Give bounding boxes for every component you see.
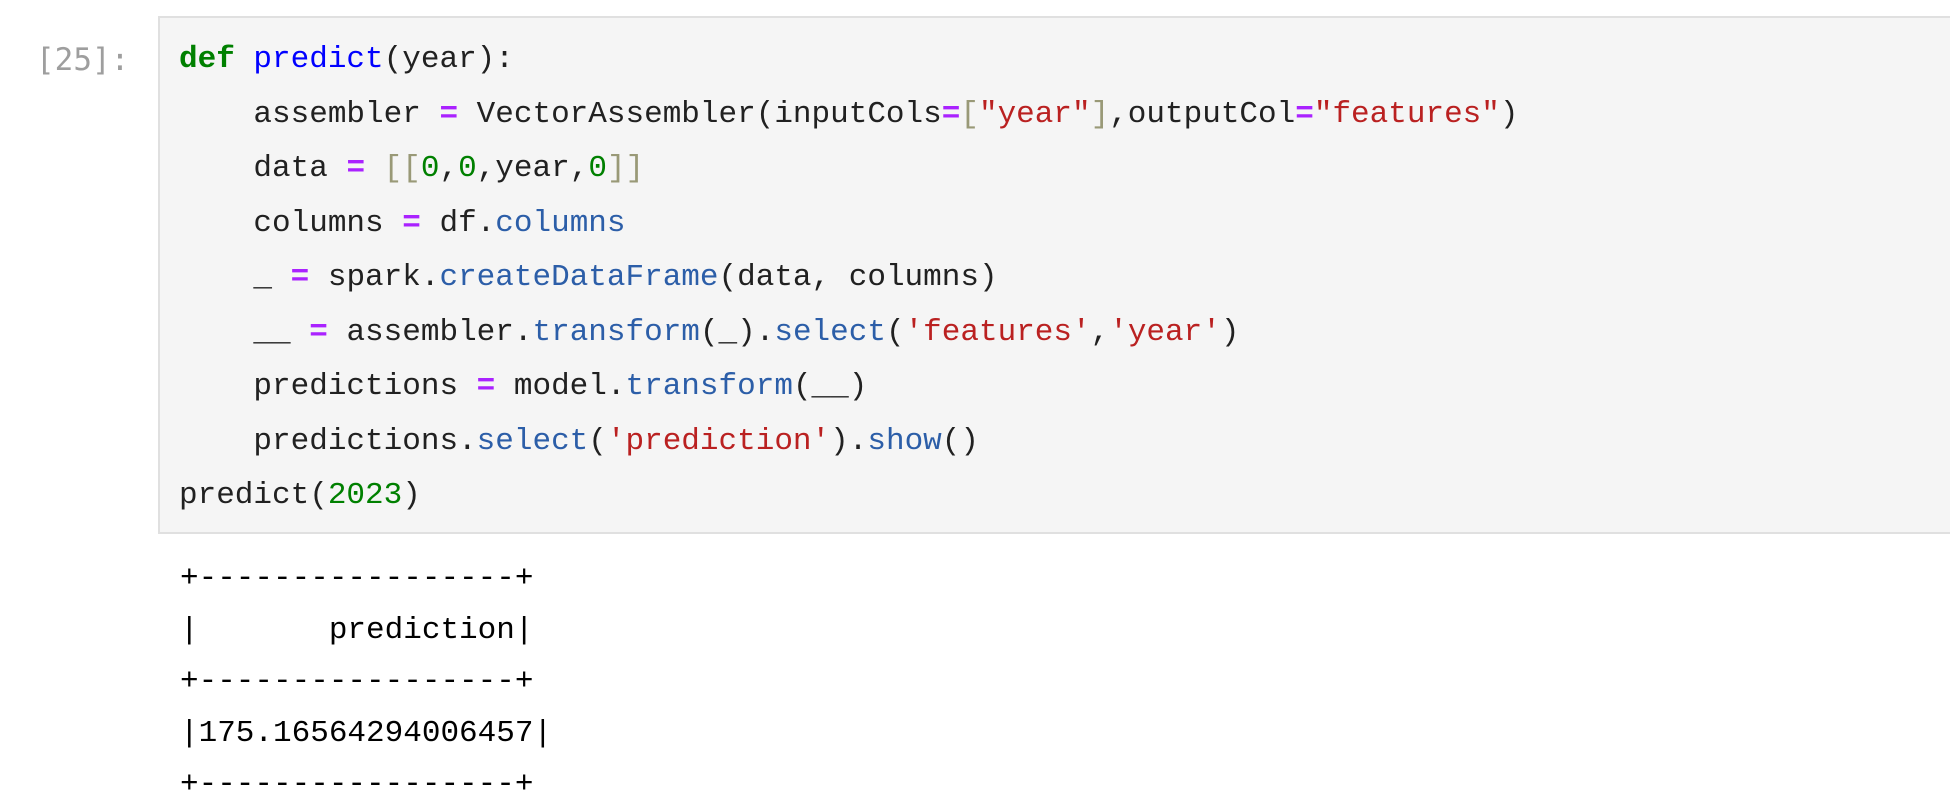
function-name-token: predict <box>253 42 384 77</box>
code-token: (year): <box>383 42 514 77</box>
string-token: 'features' <box>904 314 1091 350</box>
code-token: df. <box>420 205 496 241</box>
code-token: assembler <box>179 96 440 132</box>
operator-token: = <box>309 314 328 350</box>
code-line: predict(2023) <box>179 469 1518 524</box>
code-line: def predict(year): <box>179 33 1518 88</box>
output-line: | prediction| <box>180 612 534 648</box>
code-token: ). <box>830 423 868 459</box>
attribute-token: columns <box>495 205 626 241</box>
code-token: spark. <box>309 260 440 295</box>
code-token: (_). <box>699 314 775 350</box>
code-token: (__) <box>792 369 868 404</box>
operator-token: = <box>402 205 421 241</box>
string-token: 'prediction' <box>606 423 831 459</box>
operator-token: = <box>476 369 496 404</box>
code-token: ,outputCol <box>1109 96 1296 132</box>
code-token: ,year, <box>476 151 589 186</box>
code-token: () <box>941 423 979 459</box>
string-token: 'year' <box>1109 314 1221 350</box>
operator-token: = <box>941 96 961 132</box>
bracket-token: ] <box>1090 96 1110 132</box>
output-line: +-----------------+ <box>180 664 534 699</box>
attribute-token: transform <box>532 314 700 350</box>
keyword-token: def <box>179 42 235 77</box>
operator-token: = <box>290 260 310 295</box>
bracket-token: ]] <box>606 151 645 186</box>
bracket-token: [ <box>960 96 979 132</box>
code-token: data <box>179 151 347 186</box>
code-token: columns <box>179 205 403 241</box>
code-line: __ = assembler.transform(_).select('feat… <box>179 306 1518 361</box>
attribute-token: select <box>476 423 589 459</box>
number-token: 0 <box>420 151 440 186</box>
code-token: predictions. <box>179 423 477 459</box>
code-token: ( <box>885 314 905 350</box>
code-token: ( <box>588 423 607 459</box>
code-editor-text[interactable]: def predict(year): assembler = VectorAss… <box>179 33 1518 524</box>
string-token: "year" <box>978 96 1091 132</box>
code-token: , <box>1090 314 1110 350</box>
operator-token: = <box>439 96 459 132</box>
output-line: +-----------------+ <box>180 767 534 802</box>
code-token: VectorAssembler(inputCols <box>458 96 942 132</box>
code-line: _ = spark.createDataFrame(data, columns) <box>179 251 1518 306</box>
code-token: predict( <box>179 478 328 513</box>
operator-token: = <box>346 151 366 186</box>
code-token: _ <box>179 260 291 295</box>
code-line: predictions.select('prediction').show() <box>179 415 1518 470</box>
code-token: ) <box>1220 314 1240 350</box>
number-token: 0 <box>458 151 477 186</box>
output-line: +-----------------+ <box>180 561 534 596</box>
code-token: predictions <box>179 369 477 404</box>
code-token: , <box>439 151 459 186</box>
code-line: predictions = model.transform(__) <box>179 360 1518 415</box>
code-token: model. <box>495 369 626 404</box>
attribute-token: select <box>774 314 886 350</box>
code-token: __ <box>179 314 310 350</box>
execution-count-prompt: [25]: <box>36 42 130 78</box>
notebook-code-cell: [25]: def predict(year): assembler = Vec… <box>0 0 1950 802</box>
code-token: ) <box>1499 96 1519 132</box>
string-token: "features" <box>1313 96 1500 132</box>
code-line: columns = df.columns <box>179 197 1518 252</box>
code-token: ) <box>402 478 421 513</box>
bracket-token: [[ <box>383 151 421 186</box>
attribute-token: createDataFrame <box>439 260 719 295</box>
number-token: 0 <box>588 151 607 186</box>
code-token: (data, columns) <box>718 260 998 295</box>
code-token: assembler. <box>327 314 533 350</box>
number-token: 2023 <box>327 478 403 513</box>
code-line: data = [[0,0,year,0]] <box>179 142 1518 197</box>
operator-token: = <box>1295 96 1314 132</box>
attribute-token: show <box>867 423 942 459</box>
attribute-token: transform <box>625 369 793 404</box>
code-line: assembler = VectorAssembler(inputCols=["… <box>179 88 1518 143</box>
cell-output: +-----------------+ | prediction| +-------… <box>180 553 552 811</box>
output-line: |175.16564294006457| <box>180 715 553 751</box>
